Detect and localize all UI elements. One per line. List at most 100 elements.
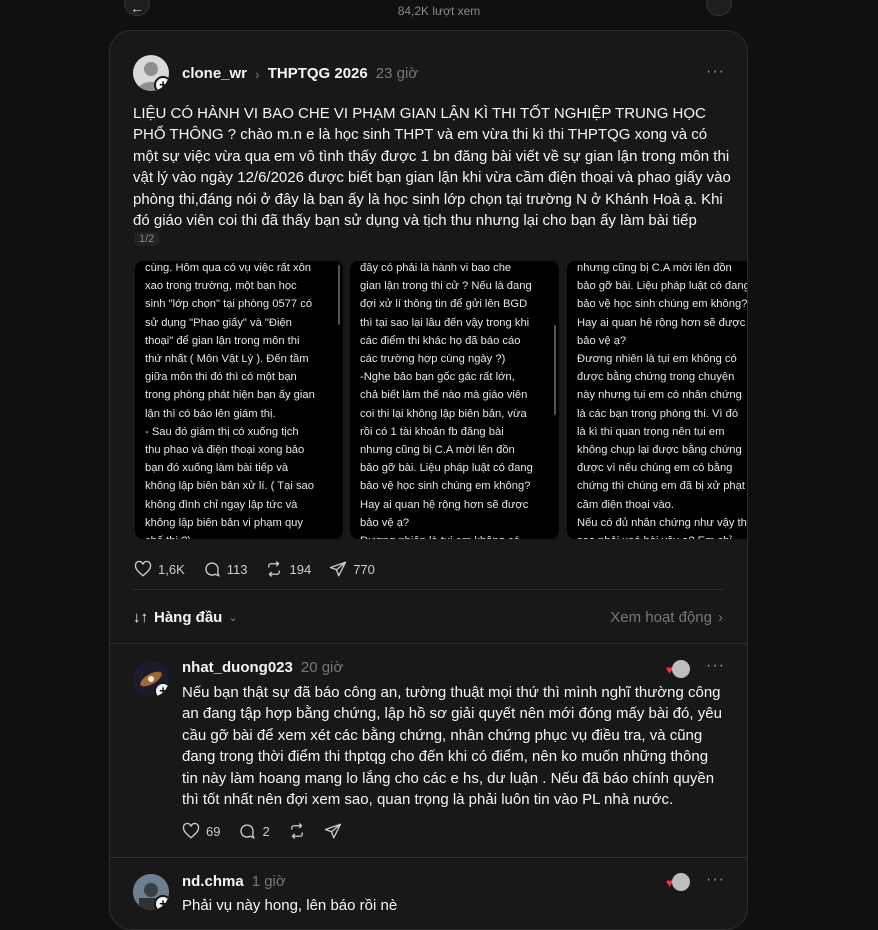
follow-plus-icon[interactable]: + bbox=[154, 895, 169, 910]
image-text-line: cầm điện thoại vào. bbox=[577, 498, 675, 511]
like-button[interactable]: 69 bbox=[182, 822, 220, 840]
avatar[interactable]: + bbox=[133, 874, 169, 910]
reply-text: Nếu bạn thật sự đã báo công an, tường th… bbox=[182, 684, 722, 809]
post-actions: 1,6K 113 194 770 bbox=[134, 560, 393, 578]
sort-label: Hàng đầu bbox=[154, 609, 223, 626]
repost-count: 194 bbox=[289, 561, 312, 577]
image-text: đây có phải là hành vi bao che gian lận t… bbox=[360, 261, 549, 539]
repost-button[interactable] bbox=[288, 822, 306, 840]
image-text-line: bảo vệ học sinh chúng em không? bbox=[360, 480, 531, 493]
reply-username[interactable]: nd.chma bbox=[182, 873, 244, 890]
view-activity-link[interactable]: Xem hoạt động › bbox=[610, 609, 723, 626]
follow-plus-icon[interactable]: + bbox=[154, 76, 169, 91]
repost-icon bbox=[290, 823, 303, 839]
share-count: 770 bbox=[353, 561, 375, 577]
image-text-line: là kì thi quan trọng nên tụi em bbox=[577, 425, 725, 438]
reply-username[interactable]: nhat_duong023 bbox=[182, 659, 293, 676]
comment-button[interactable]: 2 bbox=[238, 822, 270, 840]
author-avatar-mini bbox=[672, 873, 690, 891]
image-text-line: thứ nhất ( Môn Vật Lý ). Đến tầm bbox=[145, 353, 309, 366]
divider bbox=[133, 589, 723, 590]
community-name[interactable]: THPTQG 2026 bbox=[268, 65, 368, 82]
image-text-line: nhưng cũng bị C.A mời lên đồn bbox=[577, 262, 732, 274]
image-text-line: sao phải xoá bài vậy ạ? Em chỉ bbox=[577, 532, 739, 539]
image-text-line: được vì nếu chúng em có bằng bbox=[577, 462, 733, 475]
image-text: nhưng cũng bị C.A mời lên đồn bảo gỡ bài.… bbox=[577, 261, 748, 539]
send-icon bbox=[330, 561, 347, 577]
image-text-line: thoại" để gian lận trong môn thi bbox=[145, 334, 300, 347]
image-text-line: bảo gỡ bài. Liệu pháp luật có đang bbox=[577, 280, 748, 293]
image-text-line: chả biết làm thế nào mà giáo viên bbox=[360, 389, 528, 402]
post-text: LIỆU CÓ HÀNH VI BAO CHE VI PHẠM GIAN LẬN… bbox=[133, 105, 731, 230]
comment-count: 113 bbox=[226, 561, 248, 577]
share-button[interactable]: 770 bbox=[329, 560, 375, 578]
image-text-line: không lập biên bản xử lí. ( Tại sao bbox=[145, 480, 314, 493]
image-text-line: - Sau đó giám thị có xuống tịch bbox=[145, 425, 299, 438]
thread-card: + clone_wr › THPTQG 2026 23 giờ ··· LIỆU… bbox=[109, 30, 748, 930]
image-text-line: sinh "lớp chọn" tại phòng 0577 có bbox=[145, 298, 313, 311]
image-text-line: nhưng cũng bị C.A mời lên đồn bbox=[360, 444, 515, 457]
post-image-2[interactable]: đây có phải là hành vi bao che gian lận t… bbox=[350, 261, 559, 539]
image-text-line: không lập biên bản vi phạm quy bbox=[145, 516, 303, 529]
reply-time: 20 giờ bbox=[300, 659, 344, 676]
view-count: 84,2K lượt xem bbox=[397, 4, 481, 18]
repost-button[interactable]: 194 bbox=[265, 560, 311, 578]
image-text-line: bảo gỡ bài. Liệu pháp luật có đang bbox=[360, 462, 533, 475]
image-text-line: cùng. Hôm qua có vụ việc rất xôn bbox=[145, 262, 312, 274]
image-text-line: các điểm thi khác họ đã báo cáo bbox=[360, 334, 521, 347]
avatar[interactable]: + bbox=[133, 661, 169, 697]
image-text-line: không đình chỉ ngay lập tức và bbox=[145, 498, 298, 511]
image-text-line: thì tại sao lại lâu đến vậy trong khi bbox=[360, 316, 530, 329]
image-text-line: rồi có 1 tài khoản fb đăng bài bbox=[360, 425, 504, 438]
reply-header: nd.chma 1 giờ bbox=[182, 873, 286, 890]
post-time: 23 giờ bbox=[375, 65, 419, 82]
repost-icon bbox=[268, 561, 281, 577]
image-text-line: bảo vệ ạ? bbox=[577, 334, 627, 347]
chevron-right-icon: › bbox=[718, 609, 723, 626]
image-text-line: Đương nhiên là tụi em không có bbox=[577, 353, 737, 366]
like-button[interactable]: 1,6K bbox=[134, 560, 185, 578]
image-text-line: không chụp lại được bằng chứng bbox=[577, 444, 742, 457]
divider bbox=[110, 857, 747, 858]
image-text-line: chứng thì chúng em đã bị xử phạt vì bbox=[577, 480, 748, 493]
comment-count: 2 bbox=[262, 823, 270, 839]
post-image-3[interactable]: nhưng cũng bị C.A mời lên đồn bảo gỡ bài.… bbox=[567, 261, 748, 539]
post-image-1[interactable]: cùng. Hôm qua có vụ việc rất xôn xao tron… bbox=[135, 261, 343, 539]
image-text-line: Nếu có đủ nhân chứng như vậy thì bbox=[577, 516, 748, 529]
image-scrollbar bbox=[338, 265, 340, 325]
author-avatar-mini bbox=[672, 660, 690, 678]
comment-icon bbox=[240, 824, 256, 839]
reply-more-icon[interactable]: ··· bbox=[706, 871, 725, 889]
reply-time: 1 giờ bbox=[251, 873, 286, 890]
image-text-line: này nhưng tụi em có nhân chứng bbox=[577, 389, 742, 402]
image-text-line: Hay ai quan hệ rộng hơn sẽ được bbox=[577, 316, 746, 329]
activity-label: Xem hoạt động bbox=[610, 609, 712, 626]
follow-plus-icon[interactable]: + bbox=[154, 682, 169, 697]
post-username[interactable]: clone_wr bbox=[182, 65, 247, 82]
image-text-line: trong phòng phát hiện bạn ấy gian bbox=[145, 389, 315, 402]
heart-icon bbox=[182, 822, 200, 839]
image-text-line: Đương nhiên là tụi em không có bbox=[360, 532, 549, 539]
divider bbox=[110, 643, 747, 644]
sort-dropdown[interactable]: ↓↑ Hàng đầu ⌄ bbox=[133, 609, 238, 626]
image-text-line: bảo vệ học sinh chúng em không? bbox=[577, 298, 748, 311]
send-icon bbox=[324, 823, 341, 839]
avatar[interactable]: + bbox=[133, 55, 169, 91]
sort-icon: ↓↑ bbox=[133, 609, 148, 626]
post-header: clone_wr › THPTQG 2026 23 giờ bbox=[182, 65, 418, 82]
reply-more-icon[interactable]: ··· bbox=[706, 657, 725, 675]
chevron-down-icon: ⌄ bbox=[228, 612, 238, 624]
comment-button[interactable]: 113 bbox=[203, 560, 248, 578]
post-more-icon[interactable]: ··· bbox=[706, 63, 725, 81]
image-text-line: thu phao và điện thoại xong bảo bbox=[145, 444, 305, 457]
sort-bar: ↓↑ Hàng đầu ⌄ Xem hoạt động › bbox=[133, 609, 723, 626]
image-text-line: được bằng chứng trong chuyện bbox=[577, 371, 735, 384]
image-text-line: chế thi ?) bbox=[145, 532, 333, 539]
image-text-line: các trường hợp cùng ngày ?) bbox=[360, 353, 506, 366]
image-text-line: bảo vệ ạ? bbox=[360, 516, 410, 529]
like-count: 1,6K bbox=[158, 561, 185, 577]
share-button[interactable] bbox=[324, 822, 342, 840]
chevron-right-icon: › bbox=[255, 65, 260, 82]
heart-icon bbox=[134, 560, 152, 577]
top-bar: ← 84,2K lượt xem bbox=[0, 0, 878, 24]
